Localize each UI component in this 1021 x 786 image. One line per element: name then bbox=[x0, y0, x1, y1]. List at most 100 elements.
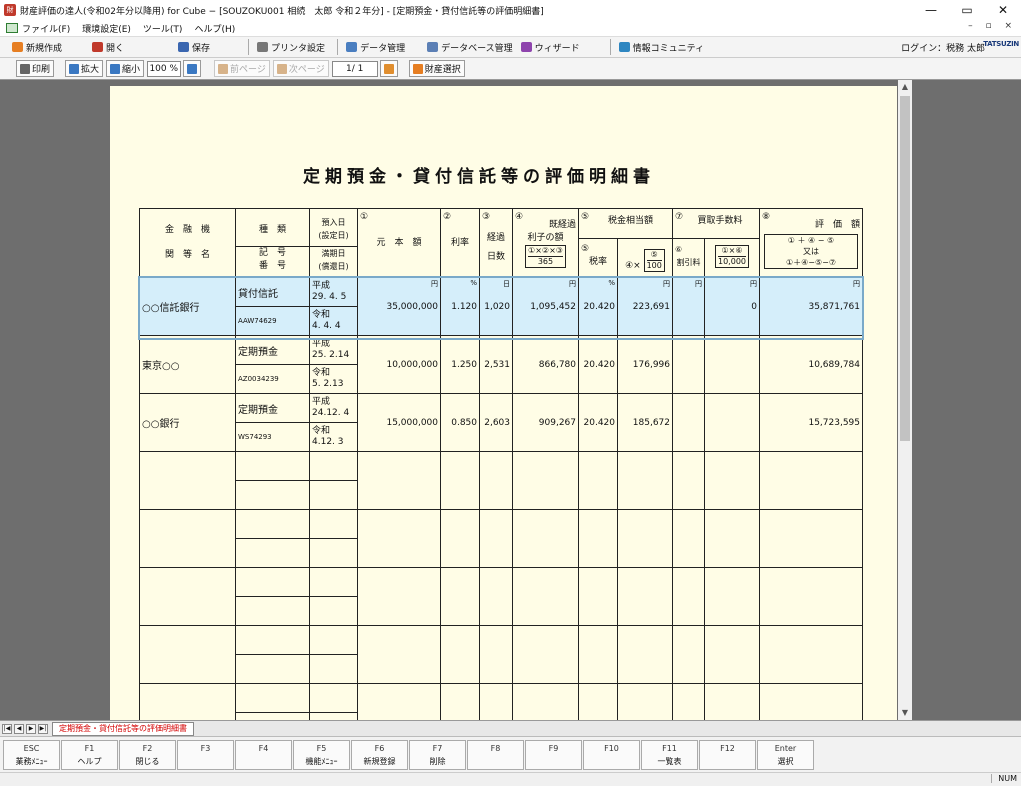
cell-kind[interactable] bbox=[235, 509, 310, 539]
mdi-window-controls[interactable]: – ▫ × bbox=[968, 21, 1017, 31]
cell-deposit-date[interactable] bbox=[309, 567, 358, 597]
cell-bank[interactable]: 東京○○ bbox=[139, 335, 236, 394]
cell-interest[interactable] bbox=[512, 451, 579, 510]
table-row[interactable] bbox=[139, 683, 863, 720]
cell-code[interactable] bbox=[235, 654, 310, 684]
cell-deposit-date[interactable]: 平成 29. 4. 5 bbox=[309, 277, 358, 307]
fkey-f2[interactable]: F2 閉じる bbox=[119, 740, 176, 770]
cell-bank[interactable] bbox=[139, 567, 236, 626]
cell-tax[interactable] bbox=[617, 683, 673, 720]
table-row[interactable]: ○○銀行 定期預金 平成 24.12. 4 15,000,000 0.850 2,603 90… bbox=[139, 393, 863, 452]
cell-days[interactable]: 日 1,020 bbox=[479, 277, 513, 336]
fkey-f8[interactable]: F8 bbox=[467, 740, 524, 770]
table-row[interactable] bbox=[139, 625, 863, 684]
cell-principal[interactable]: 10,000,000 bbox=[357, 335, 441, 394]
cell-tax[interactable] bbox=[617, 625, 673, 684]
next-page-button[interactable]: 次ページ bbox=[272, 60, 329, 77]
menu-settings[interactable]: 環境設定(E) bbox=[82, 22, 131, 35]
cell-value[interactable] bbox=[759, 509, 863, 568]
cell-rate[interactable]: 0.850 bbox=[440, 393, 480, 452]
cell-fee-rate[interactable] bbox=[672, 393, 705, 452]
prev-sheet-icon[interactable]: ◀ bbox=[14, 723, 24, 734]
wizard-button[interactable]: ウィザード bbox=[517, 38, 584, 56]
cell-value[interactable]: 10,689,784 bbox=[759, 335, 863, 394]
print-button[interactable]: 印刷 bbox=[16, 60, 55, 77]
cell-code[interactable] bbox=[235, 480, 310, 510]
first-sheet-icon[interactable]: |◀ bbox=[2, 723, 12, 734]
asset-select-button[interactable]: 財産選択 bbox=[408, 60, 465, 77]
cell-value[interactable] bbox=[759, 625, 863, 684]
cell-kind[interactable] bbox=[235, 567, 310, 597]
cell-deposit-date[interactable] bbox=[309, 509, 358, 539]
cell-rate[interactable] bbox=[440, 451, 480, 510]
cell-fee-rate[interactable] bbox=[672, 335, 705, 394]
cell-maturity-date[interactable] bbox=[309, 654, 358, 684]
cell-days[interactable] bbox=[479, 451, 513, 510]
table-row[interactable]: 東京○○ 定期預金 平成 25. 2.14 10,000,000 1.250 2,531 86… bbox=[139, 335, 863, 394]
cell-days[interactable]: 2,531 bbox=[479, 335, 513, 394]
cell-rate[interactable] bbox=[440, 567, 480, 626]
table-row[interactable] bbox=[139, 509, 863, 568]
cell-deposit-date[interactable] bbox=[309, 451, 358, 481]
cell-fee[interactable] bbox=[704, 451, 760, 510]
menu-file[interactable]: ファイル(F) bbox=[22, 22, 70, 35]
cell-tax[interactable] bbox=[617, 451, 673, 510]
cell-bank[interactable]: ○○銀行 bbox=[139, 393, 236, 452]
zoom-in-button[interactable]: 拡大 bbox=[65, 60, 104, 77]
cell-fee[interactable]: 円0 bbox=[704, 277, 760, 336]
minimize-button[interactable]: — bbox=[913, 0, 949, 20]
page-number-field[interactable]: 1/ 1 bbox=[331, 60, 378, 77]
cell-days[interactable]: 2,603 bbox=[479, 393, 513, 452]
cell-days[interactable] bbox=[479, 625, 513, 684]
cell-principal[interactable] bbox=[357, 683, 441, 720]
cell-code[interactable]: WS74293 bbox=[235, 422, 310, 452]
cell-interest[interactable] bbox=[512, 625, 579, 684]
cell-principal[interactable] bbox=[357, 567, 441, 626]
cell-principal[interactable] bbox=[357, 509, 441, 568]
cell-kind[interactable] bbox=[235, 683, 310, 713]
menu-tools[interactable]: ツール(T) bbox=[143, 22, 183, 35]
fkey-f9[interactable]: F9 bbox=[525, 740, 582, 770]
cell-tax[interactable] bbox=[617, 509, 673, 568]
fkey-f12[interactable]: F12 bbox=[699, 740, 756, 770]
fkey-f1[interactable]: F1 ヘルプ bbox=[61, 740, 118, 770]
cell-tax[interactable]: 185,672 bbox=[617, 393, 673, 452]
cell-value[interactable] bbox=[759, 567, 863, 626]
cell-days[interactable] bbox=[479, 509, 513, 568]
cell-fee-rate[interactable] bbox=[672, 683, 705, 720]
cell-fee[interactable] bbox=[704, 335, 760, 394]
cell-tax-rate[interactable]: 20.420 bbox=[578, 393, 618, 452]
cell-fee[interactable] bbox=[704, 683, 760, 720]
fkey-f10[interactable]: F10 bbox=[583, 740, 640, 770]
close-button[interactable]: ✕ bbox=[985, 0, 1021, 20]
info-community-button[interactable]: 情報コミュニティ bbox=[615, 38, 708, 56]
cell-code[interactable] bbox=[235, 712, 310, 720]
cell-kind[interactable] bbox=[235, 451, 310, 481]
sheet-tab-deposits[interactable]: 定期預金・貸付信託等の評価明細書 bbox=[52, 721, 194, 736]
menu-help[interactable]: ヘルプ(H) bbox=[194, 22, 235, 35]
cell-maturity-date[interactable] bbox=[309, 712, 358, 720]
cell-value[interactable] bbox=[759, 683, 863, 720]
prev-page-button[interactable]: 前ページ bbox=[214, 60, 270, 77]
open-button[interactable]: 開く bbox=[88, 38, 128, 56]
cell-rate[interactable]: % 1.120 bbox=[440, 277, 480, 336]
cell-interest[interactable] bbox=[512, 509, 579, 568]
cell-code[interactable] bbox=[235, 596, 310, 626]
cell-fee[interactable] bbox=[704, 393, 760, 452]
fkey-f3[interactable]: F3 bbox=[177, 740, 234, 770]
cell-principal[interactable]: 円 35,000,000 bbox=[357, 277, 441, 336]
zoom-apply-button[interactable] bbox=[183, 60, 202, 77]
cell-maturity-date[interactable] bbox=[309, 480, 358, 510]
cell-tax-rate[interactable] bbox=[578, 451, 618, 510]
cell-interest[interactable]: 909,267 bbox=[512, 393, 579, 452]
cell-tax[interactable] bbox=[617, 567, 673, 626]
printer-settings-button[interactable]: プリンタ設定 bbox=[253, 38, 329, 56]
cell-kind[interactable]: 定期預金 bbox=[235, 393, 310, 423]
database-management-button[interactable]: データベース管理 bbox=[423, 38, 517, 56]
cell-kind[interactable]: 定期預金 bbox=[235, 335, 310, 365]
cell-deposit-date[interactable]: 平成 25. 2.14 bbox=[309, 335, 358, 365]
new-button[interactable]: 新規作成 bbox=[8, 38, 66, 56]
cell-rate[interactable] bbox=[440, 625, 480, 684]
cell-tax-rate[interactable]: % 20.420 bbox=[578, 277, 618, 336]
cell-bank[interactable]: ○○信託銀行 bbox=[139, 277, 236, 336]
